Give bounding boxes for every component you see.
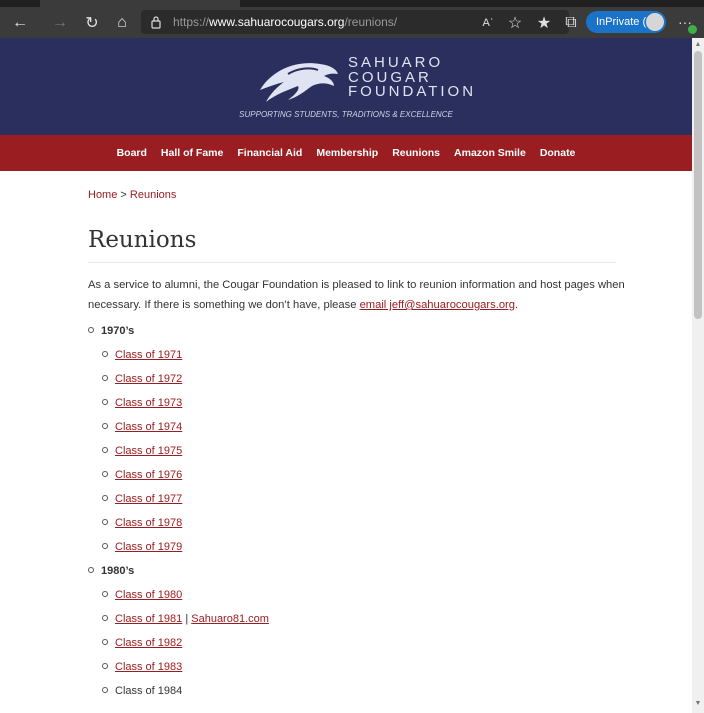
class-link-1972[interactable]: Class of 1972: [115, 373, 182, 385]
class-link-1974[interactable]: Class of 1974: [115, 421, 182, 433]
decade-heading-1980s: 1980’s: [88, 565, 134, 577]
list-item: Class of 1971: [102, 349, 182, 361]
breadcrumb-current[interactable]: Reunions: [130, 189, 176, 201]
avatar: [646, 13, 664, 31]
class-link-1978[interactable]: Class of 1978: [115, 517, 182, 529]
nav-hall-of-fame[interactable]: Hall of Fame: [161, 147, 223, 159]
list-item: Class of 1979: [102, 541, 182, 553]
page-title: Reunions: [88, 227, 197, 253]
nav-membership[interactable]: Membership: [316, 147, 378, 159]
list-item: Class of 1977: [102, 493, 182, 505]
list-item: Class of 1975: [102, 445, 182, 457]
site-header: SAHUARO COUGAR FOUNDATION SUPPORTING STU…: [0, 38, 692, 135]
list-item: Class of 1981 | Sahuaro81.com: [102, 613, 269, 625]
class-link-1983[interactable]: Class of 1983: [115, 661, 182, 673]
collections-icon[interactable]: ⧉: [559, 7, 583, 38]
title-divider: [88, 262, 616, 263]
class-link-1973[interactable]: Class of 1973: [115, 397, 182, 409]
class-link-1975[interactable]: Class of 1975: [115, 445, 182, 457]
list-item: Class of 1974: [102, 421, 182, 433]
class-link-1971[interactable]: Class of 1971: [115, 349, 182, 361]
browser-tab-strip: [0, 0, 704, 7]
browser-toolbar: ← → ↻ ⌂ https://www.sahuarocougars.org/r…: [0, 7, 704, 38]
breadcrumb-home[interactable]: Home: [88, 189, 117, 201]
list-item: Class of 1976: [102, 469, 182, 481]
main-nav: Board Hall of Fame Financial Aid Members…: [0, 135, 692, 171]
intro-paragraph: As a service to alumni, the Cougar Found…: [88, 279, 625, 311]
decade-heading-1970s: 1970’s: [88, 325, 134, 337]
site-tagline: SUPPORTING STUDENTS, TRADITIONS & EXCELL…: [239, 110, 453, 119]
email-link[interactable]: email jeff@sahuarocougars.org: [360, 299, 515, 311]
nav-amazon-smile[interactable]: Amazon Smile: [454, 147, 526, 159]
scrollbar-thumb[interactable]: [694, 51, 702, 319]
scroll-down-icon[interactable]: ▼: [694, 700, 702, 707]
breadcrumb: Home > Reunions: [88, 189, 176, 201]
nav-board[interactable]: Board: [117, 147, 147, 159]
class-link-1976[interactable]: Class of 1976: [115, 469, 182, 481]
class-link-1980[interactable]: Class of 1980: [115, 589, 182, 601]
inprivate-button[interactable]: InPrivate (3): [586, 11, 666, 33]
home-icon[interactable]: ⌂: [110, 7, 134, 38]
nav-reunions[interactable]: Reunions: [392, 147, 440, 159]
refresh-icon[interactable]: ↻: [80, 7, 104, 38]
list-item: Class of 1978: [102, 517, 182, 529]
class-link-1981[interactable]: Class of 1981: [115, 613, 182, 625]
nav-financial-aid[interactable]: Financial Aid: [237, 147, 302, 159]
browser-tab[interactable]: [40, 0, 240, 7]
list-item: Class of 1972: [102, 373, 182, 385]
read-aloud-icon[interactable]: Aʿ: [476, 7, 500, 38]
back-icon[interactable]: ←: [8, 7, 32, 38]
list-item: Class of 1983: [102, 661, 182, 673]
cougar-logo-icon[interactable]: [258, 56, 340, 106]
url-text: https://www.sahuarocougars.org/reunions/: [173, 15, 398, 29]
scroll-up-icon[interactable]: ▲: [694, 41, 702, 48]
update-badge: [688, 25, 697, 34]
list-item: Class of 1980: [102, 589, 182, 601]
list-item: Class of 1984: [102, 685, 182, 697]
nav-donate[interactable]: Donate: [540, 147, 576, 159]
sahuaro81-link[interactable]: Sahuaro81.com: [191, 613, 269, 625]
brand-name: SAHUARO COUGAR FOUNDATION: [348, 54, 477, 100]
favorites-icon[interactable]: ★: [532, 7, 556, 38]
breadcrumb-separator: >: [120, 189, 127, 201]
list-item: Class of 1982: [102, 637, 182, 649]
list-item: Class of 1973: [102, 397, 182, 409]
link-separator: |: [185, 613, 189, 625]
class-link-1982[interactable]: Class of 1982: [115, 637, 182, 649]
class-text-1984: Class of 1984: [115, 685, 183, 697]
forward-icon[interactable]: →: [48, 7, 72, 38]
lock-icon: [151, 16, 161, 29]
class-link-1977[interactable]: Class of 1977: [115, 493, 182, 505]
favorite-add-icon[interactable]: ☆: [503, 7, 527, 38]
class-link-1979[interactable]: Class of 1979: [115, 541, 182, 553]
